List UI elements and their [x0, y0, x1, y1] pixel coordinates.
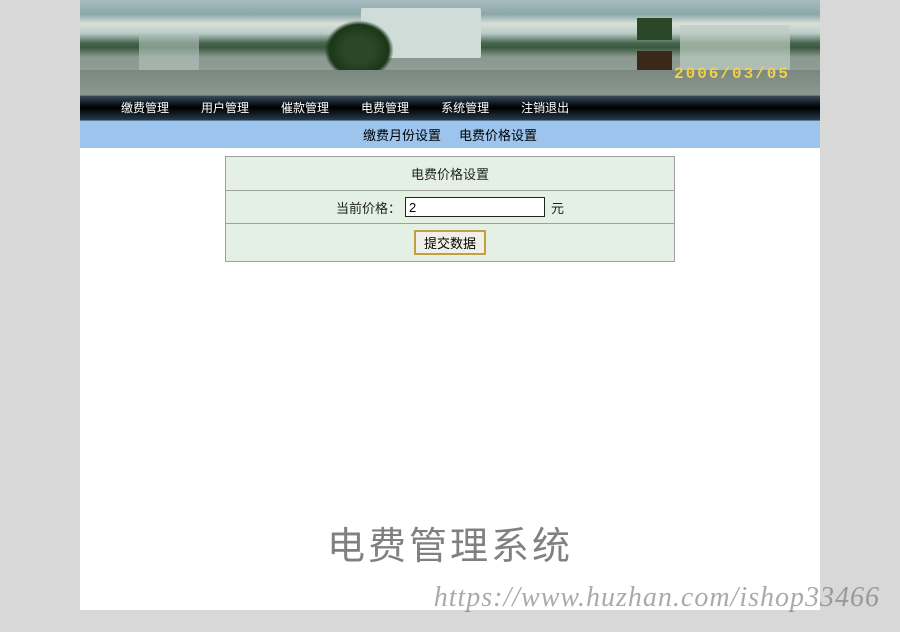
main-navbar: 缴费管理 用户管理 催款管理 电费管理 系统管理 注销退出	[80, 95, 820, 121]
subnav-month-setting[interactable]: 缴费月份设置	[363, 125, 441, 144]
sub-navbar: 缴费月份设置 电费价格设置	[80, 121, 820, 148]
nav-logout[interactable]: 注销退出	[505, 96, 585, 120]
price-row: 当前价格： 元	[226, 191, 675, 224]
nav-reminder-mgmt[interactable]: 催款管理	[265, 96, 345, 120]
subnav-price-setting[interactable]: 电费价格设置	[459, 125, 537, 144]
submit-row: 提交数据	[226, 224, 675, 262]
price-input[interactable]	[405, 197, 545, 217]
form-title: 电费价格设置	[226, 157, 675, 191]
nav-payment-mgmt[interactable]: 缴费管理	[105, 96, 185, 120]
nav-system-mgmt[interactable]: 系统管理	[425, 96, 505, 120]
system-title: 电费管理系统	[80, 515, 820, 570]
price-label: 当前价格：	[336, 198, 401, 217]
content-area: 电费价格设置 当前价格： 元 提交数据	[80, 148, 820, 490]
banner-image: 2006/03/05	[80, 0, 820, 95]
submit-button[interactable]: 提交数据	[414, 230, 486, 255]
nav-user-mgmt[interactable]: 用户管理	[185, 96, 265, 120]
banner-date-stamp: 2006/03/05	[674, 65, 790, 83]
footer: 电费管理系统	[80, 490, 820, 610]
nav-electricity-mgmt[interactable]: 电费管理	[345, 96, 425, 120]
price-unit: 元	[551, 198, 564, 217]
banner-decoration	[637, 18, 672, 73]
banner-decoration	[680, 25, 790, 70]
price-form-table: 电费价格设置 当前价格： 元 提交数据	[225, 156, 675, 262]
